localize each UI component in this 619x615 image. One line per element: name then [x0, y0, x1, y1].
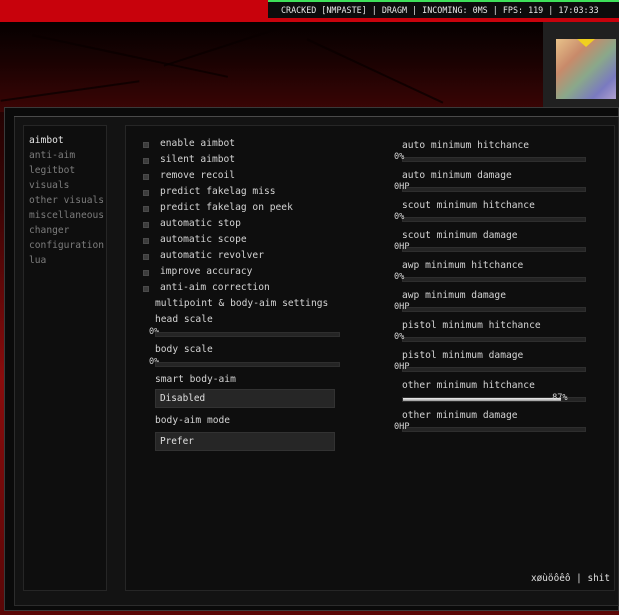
- other-minimum-damage-label: other minimum damage: [402, 410, 518, 421]
- multipoint-header: multipoint & body-aim settings: [155, 298, 329, 309]
- checkbox[interactable]: [143, 270, 149, 276]
- sidebar-item-other-visuals[interactable]: other visuals: [29, 195, 104, 206]
- checkbox-label[interactable]: improve accuracy: [160, 266, 252, 277]
- smart-body-aim-dropdown[interactable]: Disabled: [155, 389, 335, 408]
- checkbox[interactable]: [143, 222, 149, 228]
- checkbox[interactable]: [143, 174, 149, 180]
- sidebar-item-lua[interactable]: lua: [29, 255, 46, 266]
- menu-highlight-line: [14, 116, 619, 117]
- checkbox[interactable]: [143, 190, 149, 196]
- checkbox[interactable]: [143, 142, 149, 148]
- head-scale-slider[interactable]: [155, 332, 340, 337]
- checkbox-label[interactable]: anti-aim correction: [160, 282, 270, 293]
- pistol-minimum-hitchance-label: pistol minimum hitchance: [402, 320, 541, 331]
- checkbox-label[interactable]: predict fakelag on peek: [160, 202, 293, 213]
- game-background-sky: [0, 22, 543, 112]
- awp-minimum-damage-value: 0HP: [394, 302, 410, 312]
- checkbox-label[interactable]: predict fakelag miss: [160, 186, 276, 197]
- checkbox[interactable]: [143, 238, 149, 244]
- other-minimum-hitchance-label: other minimum hitchance: [402, 380, 535, 391]
- auto-minimum-damage-label: auto minimum damage: [402, 170, 512, 181]
- checkbox-label[interactable]: remove recoil: [160, 170, 235, 181]
- avatar: [556, 39, 616, 99]
- awp-minimum-damage-label: awp minimum damage: [402, 290, 506, 301]
- checkbox-label[interactable]: enable aimbot: [160, 138, 235, 149]
- pistol-minimum-damage-slider[interactable]: [402, 367, 586, 372]
- pistol-minimum-hitchance-slider[interactable]: [402, 337, 586, 342]
- other-minimum-damage-slider[interactable]: [402, 427, 586, 432]
- sidebar-item-changer[interactable]: changer: [29, 225, 69, 236]
- sidebar-item-miscellaneous[interactable]: miscellaneous: [29, 210, 104, 221]
- scout-minimum-hitchance-slider[interactable]: [402, 217, 586, 222]
- sidebar-item-aimbot[interactable]: aimbot: [29, 135, 64, 146]
- footer-label: xøùöôêô | shit: [531, 573, 611, 584]
- checkbox[interactable]: [143, 254, 149, 260]
- checkbox-label[interactable]: silent aimbot: [160, 154, 235, 165]
- checkbox[interactable]: [143, 206, 149, 212]
- watermark-hud: CRACKED [NMPASTE] | DRAGM | INCOMING: 0M…: [268, 2, 619, 18]
- scout-minimum-damage-label: scout minimum damage: [402, 230, 518, 241]
- checkbox-label[interactable]: automatic revolver: [160, 250, 264, 261]
- scout-minimum-damage-slider[interactable]: [402, 247, 586, 252]
- other-minimum-damage-value: 0HP: [394, 422, 410, 432]
- awp-minimum-hitchance-label: awp minimum hitchance: [402, 260, 524, 271]
- auto-minimum-damage-slider[interactable]: [402, 187, 586, 192]
- auto-minimum-hitchance-slider[interactable]: [402, 157, 586, 162]
- body-aim-mode-dropdown[interactable]: Prefer: [155, 432, 335, 451]
- sidebar-item-legitbot[interactable]: legitbot: [29, 165, 75, 176]
- pistol-minimum-damage-label: pistol minimum damage: [402, 350, 524, 361]
- smart-body-aim-label: smart body-aim: [155, 374, 236, 385]
- scout-minimum-hitchance-label: scout minimum hitchance: [402, 200, 535, 211]
- awp-minimum-damage-slider[interactable]: [402, 307, 586, 312]
- auto-minimum-hitchance-value: 0%: [394, 152, 405, 162]
- sidebar-item-visuals[interactable]: visuals: [29, 180, 69, 191]
- auto-minimum-hitchance-label: auto minimum hitchance: [402, 140, 530, 151]
- other-minimum-hitchance-fill: [403, 398, 562, 401]
- auto-minimum-damage-value: 0HP: [394, 182, 410, 192]
- sidebar-item-configuration[interactable]: configuration: [29, 240, 104, 251]
- scout-minimum-damage-value: 0HP: [394, 242, 410, 252]
- pistol-minimum-hitchance-value: 0%: [394, 332, 405, 342]
- checkbox[interactable]: [143, 286, 149, 292]
- body-aim-mode-label: body-aim mode: [155, 415, 231, 426]
- checkbox-label[interactable]: automatic scope: [160, 234, 247, 245]
- body-scale-slider[interactable]: [155, 362, 340, 367]
- pistol-minimum-damage-value: 0HP: [394, 362, 410, 372]
- checkbox[interactable]: [143, 158, 149, 164]
- awp-minimum-hitchance-slider[interactable]: [402, 277, 586, 282]
- head-scale-label: head scale: [155, 314, 213, 325]
- awp-minimum-hitchance-value: 0%: [394, 272, 405, 282]
- other-minimum-hitchance-value: 87%: [552, 393, 568, 403]
- crown-icon: [577, 39, 595, 47]
- checkbox-label[interactable]: automatic stop: [160, 218, 241, 229]
- body-scale-label: body scale: [155, 344, 213, 355]
- sidebar-item-anti-aim[interactable]: anti-aim: [29, 150, 75, 161]
- scout-minimum-hitchance-value: 0%: [394, 212, 405, 222]
